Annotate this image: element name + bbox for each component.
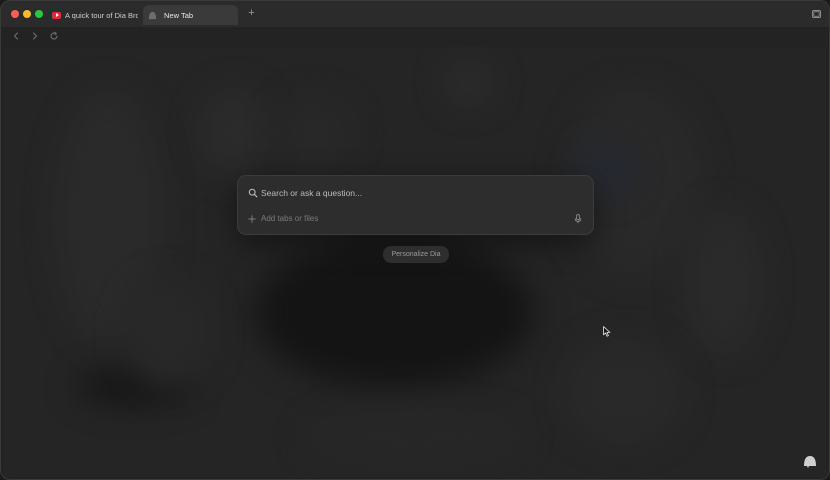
tab-dia-tour[interactable]: A quick tour of Dia Browser	[48, 5, 138, 25]
microphone-icon[interactable]	[574, 214, 582, 224]
maximize-window-button[interactable]	[35, 10, 43, 18]
tab-title: New Tab	[164, 10, 194, 20]
chat-assistant-icon[interactable]	[802, 453, 818, 469]
plus-icon	[248, 214, 256, 223]
youtube-icon	[52, 11, 61, 19]
navigation-bar	[1, 27, 829, 47]
background-shape	[274, 97, 354, 167]
add-tabs-or-files-button[interactable]: Add tabs or files	[248, 214, 318, 223]
reload-icon[interactable]	[49, 31, 59, 41]
search-icon	[248, 188, 258, 198]
new-tab-button[interactable]: +	[246, 8, 257, 19]
background-shape	[124, 277, 214, 387]
search-input[interactable]	[261, 184, 581, 202]
search-box: Add tabs or files	[237, 175, 594, 235]
back-icon[interactable]	[11, 31, 21, 41]
background-shape	[684, 207, 764, 357]
tab-new-tab[interactable]: New Tab	[143, 5, 238, 25]
background-shape	[564, 337, 684, 447]
tab-title: A quick tour of Dia Browser	[65, 10, 138, 20]
background-shape	[304, 407, 524, 467]
dia-icon	[148, 11, 157, 19]
forward-icon[interactable]	[30, 31, 40, 41]
background-shape	[199, 87, 269, 177]
tab-bar: A quick tour of Dia Browser New Tab +	[1, 1, 829, 27]
background-shape	[444, 57, 494, 107]
add-tabs-label: Add tabs or files	[261, 214, 319, 223]
browser-window: A quick tour of Dia Browser New Tab +	[0, 0, 830, 480]
personalize-button[interactable]: Personalize Dia	[383, 246, 449, 263]
close-window-button[interactable]	[11, 10, 19, 18]
mouse-cursor-icon	[603, 326, 611, 337]
minimize-window-button[interactable]	[23, 10, 31, 18]
sidebar-toggle-icon[interactable]	[812, 10, 821, 18]
